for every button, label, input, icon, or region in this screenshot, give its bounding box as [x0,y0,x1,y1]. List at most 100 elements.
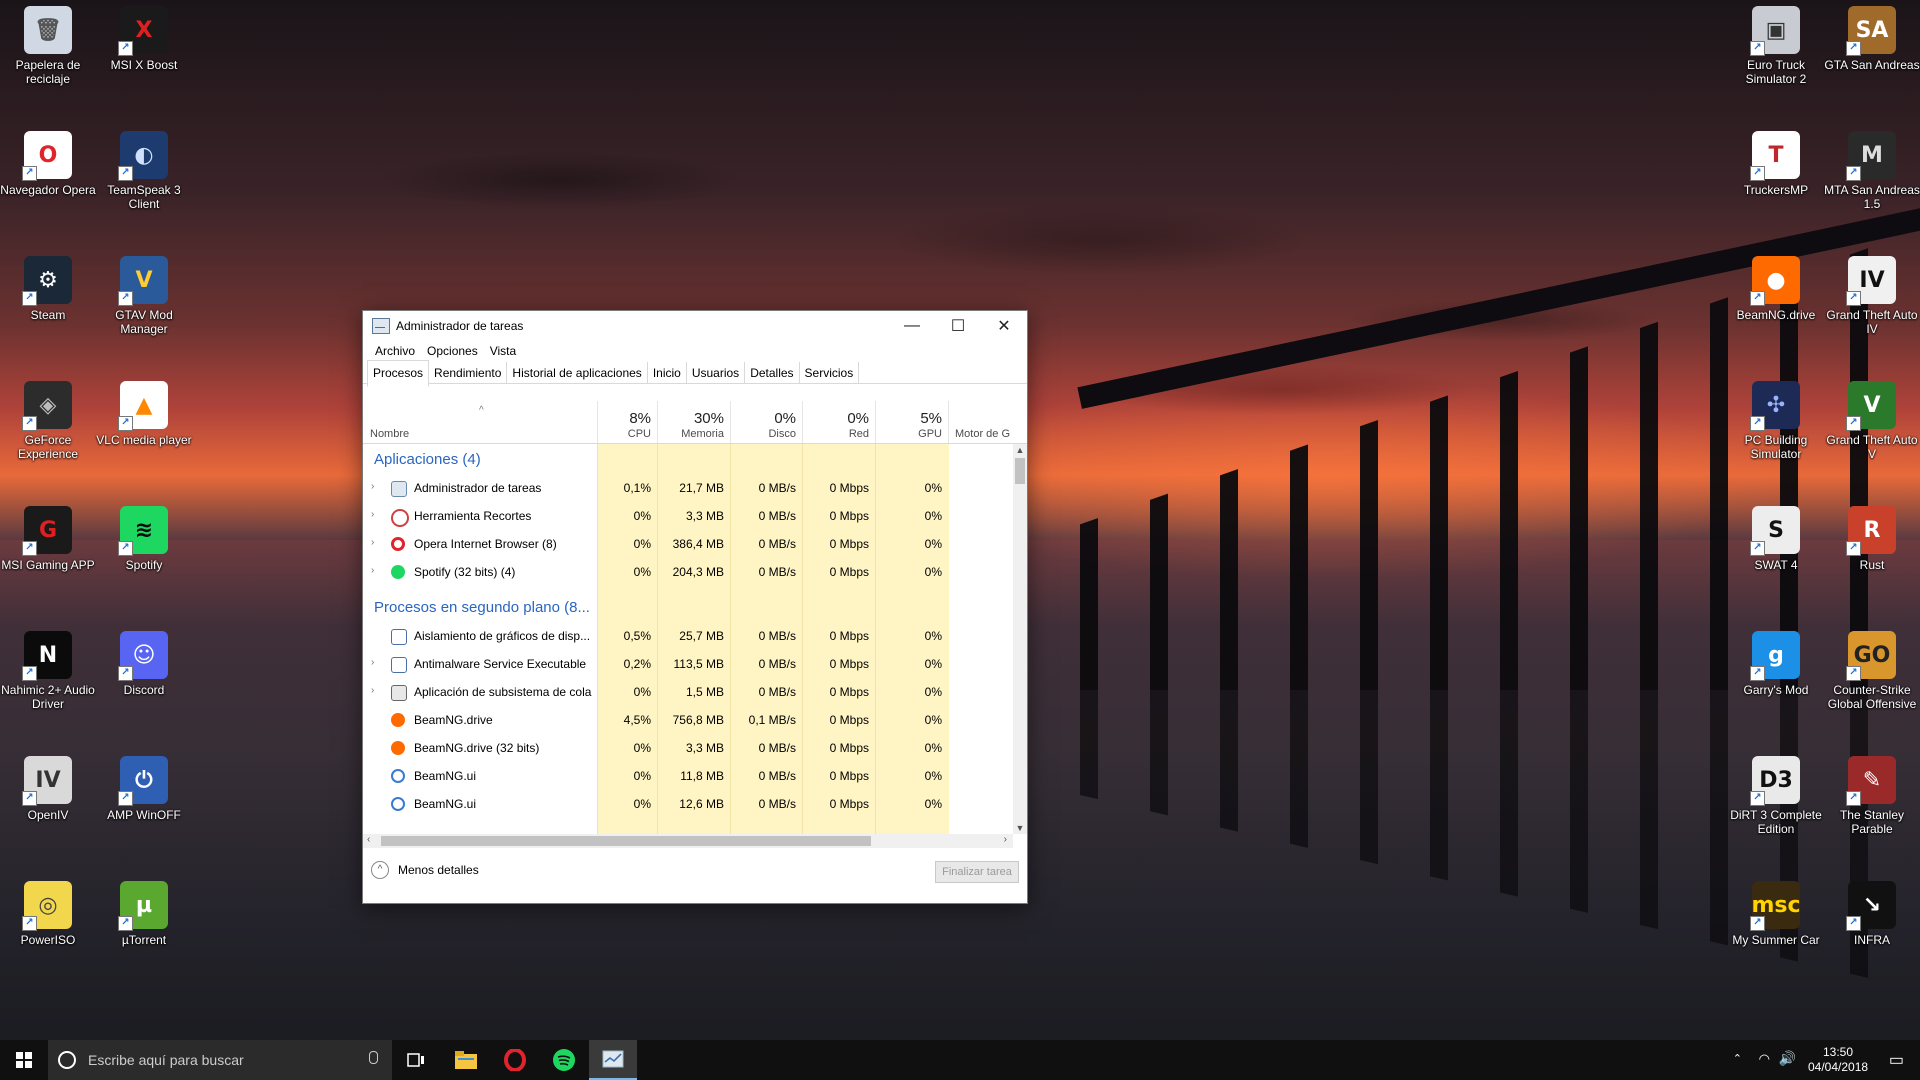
network-icon[interactable]: ◠ [1759,1051,1770,1067]
desktop-icon-grand-theft-auto-iv[interactable]: IV ↗ Grand Theft Auto IV [1824,252,1920,336]
scroll-up-icon[interactable]: ▲ [1013,445,1027,455]
group-title[interactable]: Aplicaciones (4) [374,451,481,468]
minimize-button[interactable]: — [889,311,935,341]
task-manager-window[interactable]: Administrador de tareas — ☐ ✕ Archivo Op… [362,310,1028,904]
column-header-network[interactable]: 0% Red [802,401,875,443]
process-row[interactable]: › Herramienta Recortes 0% 3,3 MB 0 MB/s 0 Mbp… [363,502,1013,530]
desktop-icon-counter-strike-global-offensive[interactable]: GO ↗ Counter-Strike Global Offensive [1824,627,1920,711]
desktop-icon-my-summer-car[interactable]: msc ↗ My Summer Car [1728,877,1824,947]
desktop-icon-garry-s-mod[interactable]: g ↗ Garry's Mod [1728,627,1824,697]
expand-chevron-icon[interactable]: › [371,537,374,548]
desktop-icon-gtav-mod-manager[interactable]: V ↗ GTAV Mod Manager [96,252,192,336]
taskbar-spotify[interactable] [540,1040,588,1080]
process-row[interactable]: › Spotify (32 bits) (4) 0% 204,3 MB 0 MB/s 0 … [363,558,1013,586]
desktop-icon-papelera-de-reciclaje[interactable]: 🗑 Papelera de reciclaje [0,2,96,86]
horizontal-scroll-thumb[interactable] [381,836,871,846]
volume-icon[interactable]: 🔊 [1779,1050,1796,1067]
process-row[interactable]: › Administrador de tareas 0,1% 21,7 MB 0 MB/… [363,474,1013,502]
process-row[interactable]: › Antimalware Service Executable 0,2% 113,5… [363,650,1013,678]
tab-detalles[interactable]: Detalles [745,362,800,383]
column-header-disk[interactable]: 0% Disco [730,401,802,443]
menu-archivo[interactable]: Archivo [369,341,421,361]
desktop-icon-msi-x-boost[interactable]: X ↗ MSI X Boost [96,2,192,72]
task-view-button[interactable] [392,1040,440,1080]
process-row[interactable]: BeamNG.ui 0% 11,8 MB 0 MB/s 0 Mbps 0% [363,762,1013,790]
action-center-icon[interactable]: ▭ [1889,1050,1904,1070]
desktop-icon-discord[interactable]: ☺ ↗ Discord [96,627,192,697]
scroll-down-icon[interactable]: ▼ [1013,823,1027,833]
taskbar-file-explorer[interactable] [442,1040,490,1080]
desktop-icon-geforce-experience[interactable]: ◈ ↗ GeForce Experience [0,377,96,461]
desktop-icon-amp-winoff[interactable]: ⏻ ↗ AMP WinOFF [96,752,192,822]
desktop-icon-teamspeak-3-client[interactable]: ◐ ↗ TeamSpeak 3 Client [96,127,192,211]
scroll-right-icon[interactable]: › [1004,834,1007,845]
desktop-icon-navegador-opera[interactable]: O ↗ Navegador Opera [0,127,96,197]
desktop-icon-spotify[interactable]: ≋ ↗ Spotify [96,502,192,572]
process-row[interactable]: › Opera Internet Browser (8) 0% 386,4 MB 0 M… [363,530,1013,558]
desktop-icon-truckersmp[interactable]: T ↗ TruckersMP [1728,127,1824,197]
close-button[interactable]: ✕ [981,311,1027,341]
process-list[interactable]: Aplicaciones (4) › Administrador de tareas… [363,444,1013,834]
microphone-icon[interactable] [369,1051,378,1064]
menu-opciones[interactable]: Opciones [421,341,484,361]
expand-chevron-icon[interactable]: › [371,565,374,576]
column-header-cpu[interactable]: 8% CPU [597,401,657,443]
expand-chevron-icon[interactable]: › [371,685,374,696]
process-row[interactable]: Aislamiento de gráficos de disp... 0,5% 25… [363,622,1013,650]
process-row[interactable]: BeamNG.ui 0% 12,6 MB 0 MB/s 0 Mbps 0% [363,790,1013,818]
desktop-icon-poweriso[interactable]: ◎ ↗ PowerISO [0,877,96,947]
vertical-scrollbar[interactable]: ▲ ▼ [1013,444,1027,834]
taskbar-opera[interactable] [491,1040,539,1080]
show-hidden-icons-icon[interactable]: ⌃ [1733,1052,1742,1065]
desktop-icon-dirt-3-complete-edition[interactable]: D3 ↗ DiRT 3 Complete Edition [1728,752,1824,836]
tab-historial[interactable]: Historial de aplicaciones [507,362,648,383]
desktop-icon-pc-building-simulator[interactable]: ✣ ↗ PC Building Simulator [1728,377,1824,461]
taskbar-task-manager[interactable] [589,1040,637,1080]
desktop-icon-vlc-media-player[interactable]: ▲ ↗ VLC media player [96,377,192,447]
search-box[interactable]: Escribe aquí para buscar [48,1040,392,1080]
desktop-icon-steam[interactable]: ⚙ ↗ Steam [0,252,96,322]
process-row[interactable]: › Aplicación de subsistema de cola 0% 1,5 M… [363,678,1013,706]
column-header-name[interactable]: ^ Nombre [370,401,590,443]
tab-servicios[interactable]: Servicios [800,362,860,383]
scroll-left-icon[interactable]: ‹ [367,834,370,845]
title-bar[interactable]: Administrador de tareas — ☐ ✕ [363,311,1027,341]
expand-chevron-icon[interactable]: › [371,509,374,520]
tab-procesos[interactable]: Procesos [367,360,430,387]
fewer-details-button[interactable]: ^ Menos detalles [371,861,479,879]
desktop-icon-grand-theft-auto-v[interactable]: V ↗ Grand Theft Auto V [1824,377,1920,461]
window-title: Administrador de tareas [396,319,524,333]
desktop-icon-euro-truck-simulator-2[interactable]: ▣ ↗ Euro Truck Simulator 2 [1728,2,1824,86]
expand-chevron-icon[interactable]: › [371,657,374,668]
desktop-icon-mta-san-andreas-1-5[interactable]: M ↗ MTA San Andreas 1.5 [1824,127,1920,211]
end-task-button[interactable]: Finalizar tarea [935,861,1019,883]
tab-usuarios[interactable]: Usuarios [687,362,746,383]
desktop-icon-nahimic-2-audio-driver[interactable]: N ↗ Nahimic 2+ Audio Driver [0,627,96,711]
desktop-icon-gta-san-andreas[interactable]: SA ↗ GTA San Andreas [1824,2,1920,72]
process-disk: 0,1 MB/s [748,713,796,727]
group-title[interactable]: Procesos en segundo plano (8... [374,599,590,616]
tab-rendimiento[interactable]: Rendimiento [429,362,508,383]
desktop-icon-swat-4[interactable]: S ↗ SWAT 4 [1728,502,1824,572]
clock[interactable]: 13:50 04/04/2018 [1808,1045,1868,1075]
process-gpu: 0% [924,797,942,811]
start-button[interactable] [0,1040,48,1080]
menu-vista[interactable]: Vista [484,341,522,361]
column-header-gpu-engine[interactable]: Motor de G [948,401,1027,443]
vertical-scroll-thumb[interactable] [1015,458,1025,484]
tab-inicio[interactable]: Inicio [648,362,687,383]
process-row[interactable]: BeamNG.drive 4,5% 756,8 MB 0,1 MB/s 0 Mbps 0% [363,706,1013,734]
desktop-icon-the-stanley-parable[interactable]: ✎ ↗ The Stanley Parable [1824,752,1920,836]
column-header-memory[interactable]: 30% Memoria [657,401,730,443]
desktop-icon-infra[interactable]: ↘ ↗ INFRA [1824,877,1920,947]
maximize-button[interactable]: ☐ [935,311,981,341]
desktop-icon-torrent[interactable]: µ ↗ µTorrent [96,877,192,947]
desktop-icon-msi-gaming-app[interactable]: G ↗ MSI Gaming APP [0,502,96,572]
desktop-icon-rust[interactable]: R ↗ Rust [1824,502,1920,572]
desktop-icon-openiv[interactable]: IV ↗ OpenIV [0,752,96,822]
expand-chevron-icon[interactable]: › [371,481,374,492]
horizontal-scrollbar[interactable]: ‹ › [363,834,1013,848]
desktop-icon-beamng-drive[interactable]: ● ↗ BeamNG.drive [1728,252,1824,322]
process-row[interactable]: BeamNG.drive (32 bits) 0% 3,3 MB 0 MB/s 0 Mb… [363,734,1013,762]
column-header-gpu[interactable]: 5% GPU [875,401,948,443]
